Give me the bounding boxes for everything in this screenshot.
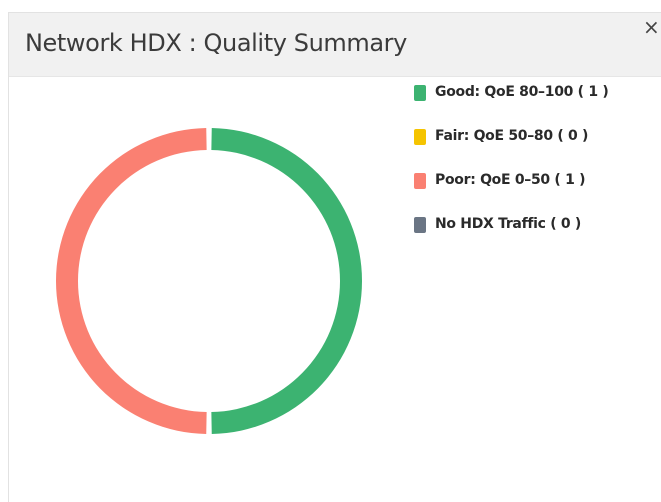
legend-label: Poor: QoE 0–50 ( 1 ) <box>435 172 586 188</box>
legend-label: No HDX Traffic ( 0 ) <box>435 216 582 232</box>
legend-swatch <box>414 85 426 101</box>
legend-swatch <box>414 217 426 233</box>
donut-slice-poor[interactable] <box>55 128 207 434</box>
legend-swatch <box>414 129 426 145</box>
legend-swatch <box>414 173 426 189</box>
donut-chart <box>55 128 363 434</box>
donut-slices <box>55 128 363 434</box>
legend-label: Good: QoE 80–100 ( 1 ) <box>435 84 609 100</box>
legend-label: Fair: QoE 50–80 ( 0 ) <box>435 128 589 144</box>
donut-slice-good[interactable] <box>211 128 363 434</box>
